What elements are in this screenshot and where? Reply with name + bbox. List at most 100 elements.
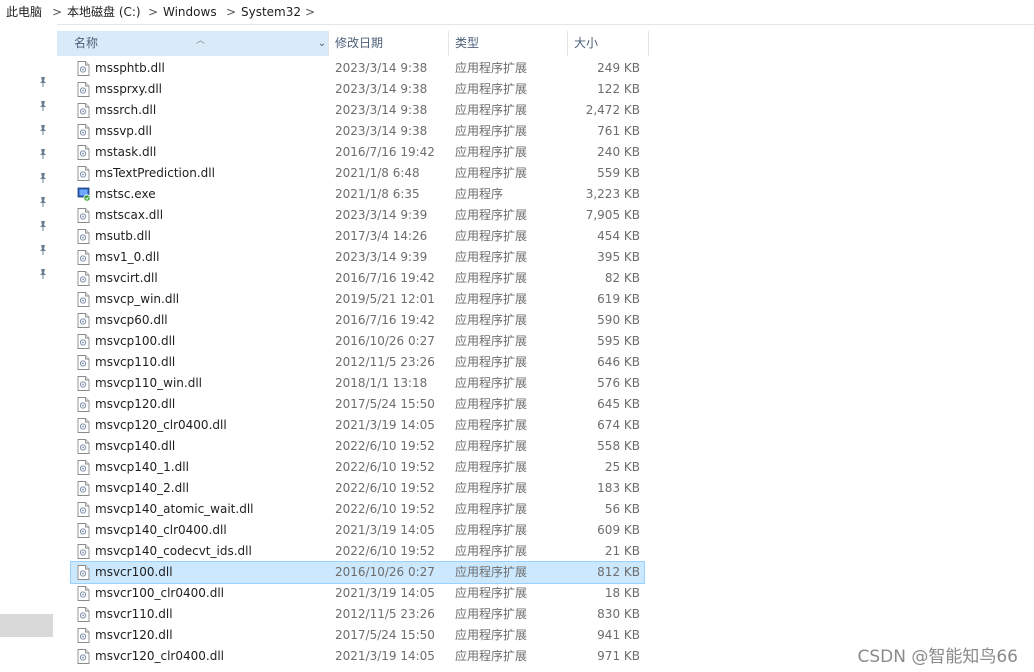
file-name[interactable]: mssrch.dll — [95, 100, 156, 121]
breadcrumb-separator-icon[interactable]: > — [226, 4, 236, 20]
file-row[interactable]: msvcp140_atomic_wait.dll 2022/6/10 19:52 应… — [71, 499, 644, 520]
nav-scroll-highlight[interactable] — [0, 614, 53, 637]
file-row[interactable]: msvcp_win.dll 2019/5/21 12:01 应用程序扩展 619 KB — [71, 289, 644, 310]
breadcrumb-item-this-pc[interactable]: 此电脑 — [6, 4, 42, 20]
watermark: CSDN @智能知鸟66 — [857, 647, 1018, 667]
file-name[interactable]: mstask.dll — [95, 142, 156, 163]
file-row[interactable]: mstsc.exe 2021/1/8 6:35 应用程序 3,223 KB — [71, 184, 644, 205]
file-row[interactable]: mssrch.dll 2023/3/14 9:38 应用程序扩展 2,472 KB — [71, 100, 644, 121]
dll-file-icon — [77, 313, 90, 328]
file-name[interactable]: msvcp60.dll — [95, 310, 168, 331]
file-name[interactable]: msvcp120_clr0400.dll — [95, 415, 227, 436]
file-row[interactable]: msv1_0.dll 2023/3/14 9:39 应用程序扩展 395 KB — [71, 247, 644, 268]
pin-icon[interactable] — [37, 100, 49, 112]
breadcrumb-item-drive-c[interactable]: 本地磁盘 (C:) — [67, 4, 141, 20]
file-name[interactable]: msvcp140_atomic_wait.dll — [95, 499, 254, 520]
file-row[interactable]: msvcp100.dll 2016/10/26 0:27 应用程序扩展 595 KB — [71, 331, 644, 352]
file-type: 应用程序扩展 — [455, 418, 528, 432]
file-name[interactable]: msvcp120.dll — [95, 394, 175, 415]
file-row[interactable]: msvcp60.dll 2016/7/16 19:42 应用程序扩展 590 KB — [71, 310, 644, 331]
file-name[interactable]: mssvp.dll — [95, 121, 152, 142]
file-row[interactable]: msvcp120.dll 2017/5/24 15:50 应用程序扩展 645 KB — [71, 394, 644, 415]
remote-desktop-icon — [77, 187, 91, 202]
file-row[interactable]: msvcp110_win.dll 2018/1/1 13:18 应用程序扩展 576 … — [71, 373, 644, 394]
file-name[interactable]: msvcr100_clr0400.dll — [95, 583, 224, 604]
file-row[interactable]: msvcr100_clr0400.dll 2021/3/19 14:05 应用程序扩… — [71, 583, 644, 604]
file-row[interactable]: msvcp110.dll 2012/11/5 23:26 应用程序扩展 646 KB — [71, 352, 644, 373]
file-name[interactable]: msvcp110.dll — [95, 352, 175, 373]
file-name[interactable]: msvcp100.dll — [95, 331, 175, 352]
file-row[interactable]: msvcr120_clr0400.dll 2021/3/19 14:05 应用程序扩… — [71, 646, 644, 667]
file-row[interactable]: msvcp140.dll 2022/6/10 19:52 应用程序扩展 558 KB — [71, 436, 644, 457]
file-row[interactable]: mstask.dll 2016/7/16 19:42 应用程序扩展 240 KB — [71, 142, 644, 163]
file-name[interactable]: mstscax.dll — [95, 205, 163, 226]
file-row[interactable]: msvcp140_2.dll 2022/6/10 19:52 应用程序扩展 183 K… — [71, 478, 644, 499]
file-name[interactable]: msvcp_win.dll — [95, 289, 179, 310]
file-row[interactable]: msvcp120_clr0400.dll 2021/3/19 14:05 应用程序扩… — [71, 415, 644, 436]
file-modified-date: 2022/6/10 19:52 — [335, 481, 435, 495]
file-row[interactable]: mssprxy.dll 2023/3/14 9:38 应用程序扩展 122 KB — [71, 79, 644, 100]
pin-icon[interactable] — [37, 124, 49, 136]
file-type: 应用程序扩展 — [455, 481, 528, 495]
column-header-name[interactable]: 名称 ︿ ⌄ — [57, 31, 328, 56]
file-row[interactable]: mssphtb.dll 2023/3/14 9:38 应用程序扩展 249 KB — [71, 58, 644, 79]
breadcrumb-item-windows[interactable]: Windows — [163, 4, 217, 20]
file-type: 应用程序扩展 — [455, 607, 528, 621]
file-row[interactable]: msvcp140_clr0400.dll 2021/3/19 14:05 应用程序扩… — [71, 520, 644, 541]
pin-icon[interactable] — [37, 268, 49, 280]
column-divider[interactable] — [648, 31, 649, 56]
file-type: 应用程序扩展 — [455, 124, 528, 138]
file-name[interactable]: msv1_0.dll — [95, 247, 159, 268]
file-size: 3,223 KB — [585, 187, 640, 201]
pin-icon[interactable] — [37, 244, 49, 256]
pin-icon[interactable] — [37, 172, 49, 184]
file-name[interactable]: msvcp140_2.dll — [95, 478, 189, 499]
file-row[interactable]: msvcp140_codecvt_ids.dll 2022/6/10 19:52 应… — [71, 541, 644, 562]
file-name[interactable]: msvcp140.dll — [95, 436, 175, 457]
file-row[interactable]: msvcr100.dll 2016/10/26 0:27 应用程序扩展 812 KB — [70, 561, 645, 584]
file-name[interactable]: msvcp110_win.dll — [95, 373, 202, 394]
breadcrumb-separator-icon[interactable]: > — [305, 4, 315, 20]
dll-file-icon — [77, 292, 90, 307]
column-header-type[interactable]: 类型 — [449, 31, 567, 56]
file-name[interactable]: mssphtb.dll — [95, 58, 165, 79]
file-row[interactable]: msvcr120.dll 2017/5/24 15:50 应用程序扩展 941 KB — [71, 625, 644, 646]
file-row[interactable]: msvcp140_1.dll 2022/6/10 19:52 应用程序扩展 25 KB — [71, 457, 644, 478]
pin-icon[interactable] — [37, 196, 49, 208]
breadcrumb-separator-icon[interactable]: > — [52, 4, 62, 20]
file-name[interactable]: msvcr120.dll — [95, 625, 173, 646]
dll-file-icon — [77, 502, 90, 517]
file-size: 646 KB — [597, 355, 640, 369]
chevron-down-icon[interactable]: ⌄ — [316, 31, 328, 56]
pin-icon[interactable] — [37, 148, 49, 160]
file-name[interactable]: msvcp140_clr0400.dll — [95, 520, 227, 541]
file-name[interactable]: mstsc.exe — [95, 184, 156, 205]
pin-icon[interactable] — [37, 76, 49, 88]
file-row[interactable]: mssvp.dll 2023/3/14 9:38 应用程序扩展 761 KB — [71, 121, 644, 142]
file-size: 56 KB — [604, 502, 640, 516]
file-row[interactable]: mstscax.dll 2023/3/14 9:39 应用程序扩展 7,905 KB — [71, 205, 644, 226]
file-name[interactable]: msvcr120_clr0400.dll — [95, 646, 224, 667]
file-name[interactable]: msTextPrediction.dll — [95, 163, 215, 184]
dll-file-icon — [77, 649, 90, 664]
breadcrumb-separator-icon[interactable]: > — [148, 4, 158, 20]
file-name[interactable]: msvcr110.dll — [95, 604, 173, 625]
file-row[interactable]: msutb.dll 2017/3/4 14:26 应用程序扩展 454 KB — [71, 226, 644, 247]
file-name[interactable]: msvcp140_1.dll — [95, 457, 189, 478]
file-row[interactable]: msvcirt.dll 2016/7/16 19:42 应用程序扩展 82 KB — [71, 268, 644, 289]
file-row[interactable]: msTextPrediction.dll 2021/1/8 6:48 应用程序扩展 5… — [71, 163, 644, 184]
pin-icon[interactable] — [37, 220, 49, 232]
file-name[interactable]: mssprxy.dll — [95, 79, 162, 100]
file-type: 应用程序扩展 — [455, 229, 528, 243]
file-name[interactable]: msvcirt.dll — [95, 268, 158, 289]
column-header-date[interactable]: 修改日期 — [329, 31, 448, 56]
dll-file-icon — [77, 166, 90, 181]
file-row[interactable]: msvcr110.dll 2012/11/5 23:26 应用程序扩展 830 KB — [71, 604, 644, 625]
file-name[interactable]: msvcp140_codecvt_ids.dll — [95, 541, 252, 562]
column-header: 名称 ︿ ⌄ 修改日期 类型 大小 — [57, 31, 649, 56]
file-name[interactable]: msutb.dll — [95, 226, 151, 247]
file-name[interactable]: msvcr100.dll — [95, 562, 173, 583]
breadcrumb-item-system32[interactable]: System32 — [241, 4, 301, 20]
file-modified-date: 2021/3/19 14:05 — [335, 523, 435, 537]
column-header-size[interactable]: 大小 — [568, 31, 648, 56]
